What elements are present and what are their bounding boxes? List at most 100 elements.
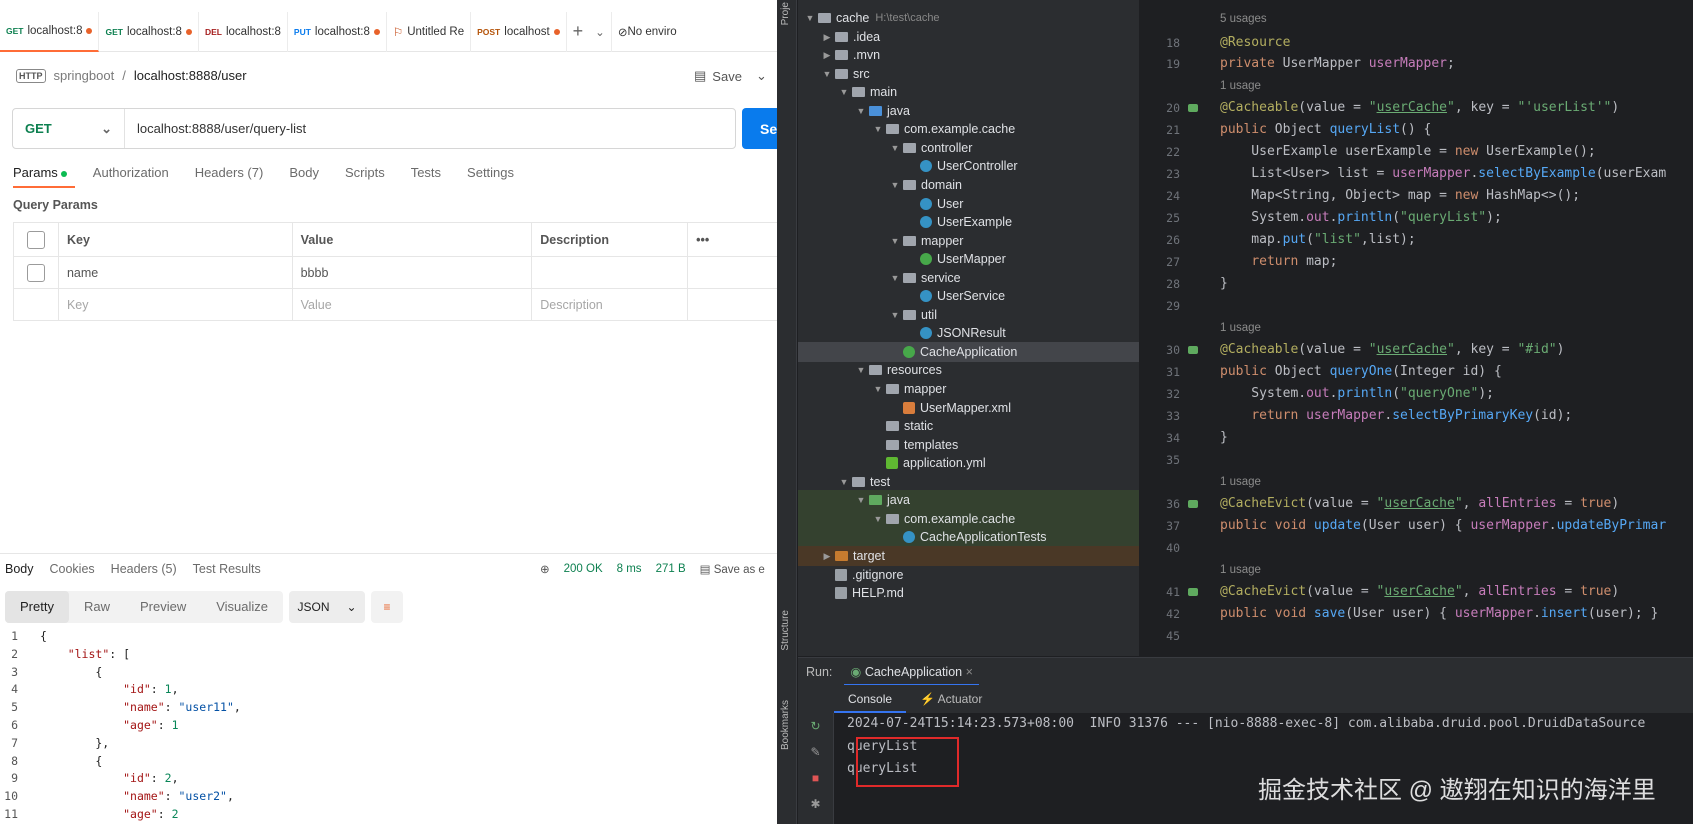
response-tab-1[interactable]: Cookies: [50, 562, 95, 576]
request-tab[interactable]: POST localhost: [471, 11, 567, 52]
tree-item[interactable]: UserService: [798, 286, 1139, 306]
tree-item[interactable]: ▼ main: [798, 82, 1139, 102]
tree-item[interactable]: ▼ cache H:\test\cache: [798, 8, 1139, 28]
tree-item[interactable]: ▼ domain: [798, 175, 1139, 195]
tree-item[interactable]: UserMapper.xml: [798, 398, 1139, 418]
tree-item[interactable]: ▼ util: [798, 305, 1139, 325]
tab-body[interactable]: Body: [289, 165, 319, 180]
run-tab[interactable]: ◉ CacheApplication ×: [844, 658, 979, 686]
response-tab-3[interactable]: Test Results: [193, 562, 261, 576]
select-all-checkbox[interactable]: [13, 222, 59, 257]
wrench-icon[interactable]: ✎: [798, 739, 833, 765]
format-select[interactable]: JSON ⌄: [289, 591, 366, 623]
project-tool-tab[interactable]: Proje: [780, 2, 791, 25]
tree-item[interactable]: ▼ resources: [798, 360, 1139, 380]
environment-select[interactable]: ⊘ No enviro: [612, 12, 683, 52]
stop-icon[interactable]: ■: [798, 765, 833, 791]
tree-item[interactable]: ▼ src: [798, 64, 1139, 84]
expand-icon[interactable]: ▼: [887, 231, 903, 251]
breadcrumb-collection[interactable]: springboot: [54, 68, 115, 83]
expand-icon[interactable]: ▼: [870, 119, 886, 139]
save-response-button[interactable]: ▤ Save as e: [700, 562, 765, 576]
method-select[interactable]: GET ⌄: [13, 109, 125, 148]
tree-item[interactable]: ▶ target: [798, 545, 1139, 566]
globe-icon[interactable]: ⊕: [540, 562, 550, 576]
debug-icon[interactable]: ✱: [798, 791, 833, 817]
response-tab-2[interactable]: Headers (5): [111, 562, 177, 576]
param-description[interactable]: [531, 256, 689, 289]
format-tab-preview[interactable]: Preview: [125, 591, 201, 623]
request-tab[interactable]: PUT localhost:8: [288, 11, 387, 52]
expand-icon[interactable]: ▼: [887, 138, 903, 158]
tree-item[interactable]: ▼ com.example.cache: [798, 119, 1139, 139]
structure-tool-tab[interactable]: Structure: [780, 610, 791, 651]
row-checkbox[interactable]: [13, 256, 59, 289]
tree-item[interactable]: ▼ mapper: [798, 231, 1139, 251]
save-button[interactable]: ▤ Save ⌄: [694, 68, 767, 84]
tree-item[interactable]: ▼ java: [798, 101, 1139, 121]
tab-scripts[interactable]: Scripts: [345, 165, 385, 180]
usage-hint[interactable]: 5 usages: [1220, 13, 1267, 25]
expand-icon[interactable]: ▼: [819, 64, 835, 84]
tabs-dropdown-icon[interactable]: ⌄: [589, 11, 612, 52]
expand-icon[interactable]: ▼: [870, 509, 886, 529]
expand-icon[interactable]: ▼: [853, 101, 869, 121]
usage-hint[interactable]: 1 usage: [1220, 476, 1261, 488]
expand-icon[interactable]: ▼: [853, 490, 869, 510]
tree-item[interactable]: application.yml: [798, 453, 1139, 473]
expand-icon[interactable]: ▼: [870, 379, 886, 399]
tree-item[interactable]: User: [798, 194, 1139, 214]
tree-item[interactable]: JSONResult: [798, 323, 1139, 343]
tree-item[interactable]: UserMapper: [798, 249, 1139, 269]
usage-hint[interactable]: 1 usage: [1220, 322, 1261, 334]
expand-icon[interactable]: ▼: [853, 360, 869, 380]
breadcrumb-request[interactable]: localhost:8888/user: [134, 68, 247, 83]
tree-item[interactable]: ▼ java: [798, 490, 1139, 511]
tree-item[interactable]: UserController: [798, 156, 1139, 176]
format-tab-raw[interactable]: Raw: [69, 591, 125, 623]
close-icon[interactable]: ×: [966, 665, 973, 679]
expand-icon[interactable]: ▼: [836, 82, 852, 102]
url-input[interactable]: localhost:8888/user/query-list: [125, 121, 306, 136]
tree-item[interactable]: ▼ controller: [798, 138, 1139, 158]
tree-item[interactable]: ▼ test: [798, 472, 1139, 492]
description-input[interactable]: Description: [531, 288, 689, 321]
tree-item[interactable]: ▼ mapper: [798, 379, 1139, 399]
usage-hint[interactable]: 1 usage: [1220, 564, 1261, 576]
expand-icon[interactable]: ▼: [887, 268, 903, 288]
expand-icon[interactable]: ▼: [887, 305, 903, 325]
expand-icon[interactable]: ▼: [836, 472, 852, 492]
rerun-icon[interactable]: ↻: [798, 713, 833, 739]
tree-item[interactable]: ▼ service: [798, 268, 1139, 288]
format-tab-visualize[interactable]: Visualize: [201, 591, 283, 623]
code-editor[interactable]: 18 19 20 21 22 23 24 25 26 27 28 29 30 31 32 33 34 35 36 37…: [1140, 0, 1693, 656]
tree-item[interactable]: CacheApplicationTests: [798, 527, 1139, 548]
tab-params[interactable]: Params: [13, 165, 75, 188]
tab-console[interactable]: Console: [834, 685, 907, 713]
param-value[interactable]: bbbb: [291, 256, 533, 289]
usage-hint[interactable]: 1 usage: [1220, 80, 1261, 92]
send-button[interactable]: Se: [742, 108, 777, 149]
tree-item[interactable]: ▶ .idea: [798, 27, 1139, 47]
bookmarks-tool-tab[interactable]: Bookmarks: [780, 700, 791, 750]
tree-item[interactable]: HELP.md: [798, 583, 1139, 603]
value-input[interactable]: Value: [291, 288, 533, 321]
tab-actuator[interactable]: ⚡ Actuator: [906, 692, 996, 706]
response-tab-0[interactable]: Body: [5, 562, 34, 576]
format-tab-pretty[interactable]: Pretty: [5, 591, 69, 623]
response-size[interactable]: 271 B: [656, 563, 686, 575]
tab-headers[interactable]: Headers (7): [195, 165, 264, 180]
cache-gutter-icon[interactable]: [1188, 346, 1198, 354]
expand-icon[interactable]: ▼: [887, 175, 903, 195]
key-input[interactable]: Key: [57, 288, 293, 321]
request-tab[interactable]: GET localhost:8: [0, 11, 100, 52]
cache-gutter-icon[interactable]: [1188, 104, 1198, 112]
collapse-icon[interactable]: ▶: [819, 45, 835, 65]
request-tab[interactable]: ⚐ Untitled Re: [387, 11, 472, 52]
status-code[interactable]: 200 OK: [564, 563, 603, 575]
cache-gutter-icon[interactable]: [1188, 588, 1198, 596]
request-tab[interactable]: DEL localhost:8: [199, 11, 288, 52]
tree-item[interactable]: templates: [798, 435, 1139, 455]
new-tab-icon[interactable]: +: [567, 12, 590, 52]
tab-authorization[interactable]: Authorization: [93, 165, 169, 180]
